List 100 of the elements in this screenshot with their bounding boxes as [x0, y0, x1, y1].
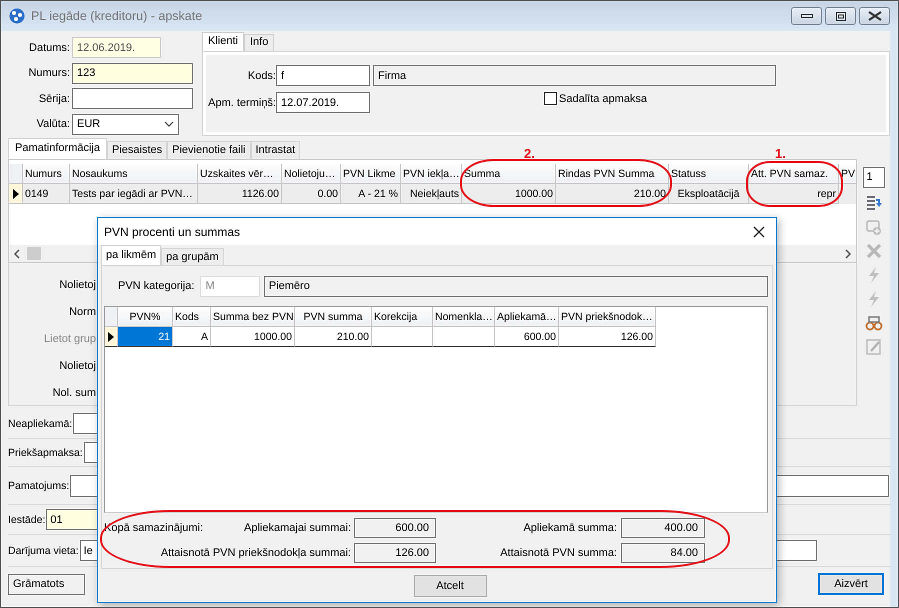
close-icon [753, 226, 765, 238]
maximize-icon [836, 12, 846, 20]
list-icon[interactable] [864, 194, 882, 212]
field-label: Attaisnotā PVN priekšnodokļa summai: [160, 546, 351, 558]
column-header[interactable]: PVN iekļa… [401, 164, 462, 184]
field-label: Lietot grup [44, 332, 96, 344]
column-header[interactable]: Nosaukums [70, 164, 198, 184]
tab[interactable]: pa likmēm [101, 245, 162, 265]
column-header[interactable]: PVN summa [295, 307, 372, 327]
cancel-button[interactable]: Atcelt [414, 574, 486, 596]
table-cell: 126.00 [559, 327, 656, 347]
table-cell: 1000.00 [211, 327, 295, 347]
annotation-number: 1. [775, 146, 786, 161]
field-label: Nol. sum [52, 386, 96, 398]
table-cell: 210.00 [295, 327, 372, 347]
table-cell: 1126.00 [198, 184, 282, 204]
input-field[interactable]: 12.06.2019. [72, 37, 161, 58]
row-selector[interactable] [105, 327, 118, 347]
tab[interactable]: Info [244, 34, 274, 51]
input-field[interactable]: 123 [72, 62, 193, 84]
column-header[interactable]: Summa [462, 164, 556, 184]
input-field[interactable] [72, 88, 193, 110]
name-field: Piemēro [264, 276, 768, 296]
table-cell: repr [749, 184, 839, 204]
field-label: Pamatojums: [8, 480, 70, 492]
field-label: Apliekamajai summai: [244, 522, 351, 534]
row-selector[interactable] [9, 184, 23, 204]
close-button[interactable]: Aizvērt [818, 573, 884, 595]
close-button[interactable] [859, 7, 890, 25]
tab[interactable]: Klienti [202, 32, 244, 51]
field-label: Iestāde: [8, 514, 46, 526]
column-header[interactable]: Uzskaites vēr… [198, 164, 282, 184]
field-label: Nolietoj [59, 360, 96, 372]
column-header[interactable]: Att. PVN samaz. [749, 164, 839, 184]
field-label: Numurs: [27, 67, 71, 80]
column-header[interactable]: Kods [173, 307, 211, 327]
column-header[interactable]: Numurs [23, 164, 70, 184]
input-field: M [200, 276, 260, 296]
currency-dropdown[interactable]: EUR [72, 114, 179, 135]
table-cell: 0149 [23, 184, 70, 204]
table-cell: Eksploatācijā [669, 184, 749, 204]
tab[interactable]: Pievienotie faili [167, 141, 250, 159]
value-field: 400.00 [621, 518, 705, 538]
value-field: 600.00 [354, 518, 436, 538]
column-header[interactable]: PVN% [118, 307, 173, 327]
scroll-right-icon[interactable] [844, 248, 852, 258]
value-field: 84.00 [621, 542, 705, 562]
field-label: Neapliekamā: [8, 418, 74, 430]
window-title: PL iegāde (kreditoru) - apskate [31, 9, 202, 23]
table-cell: 600.00 [495, 327, 559, 347]
grid-corner [105, 307, 118, 327]
column-header[interactable]: Nolietoju… [282, 164, 341, 184]
value-field: 126.00 [354, 542, 436, 562]
close-icon [868, 11, 882, 21]
field-label: PVN kategorija: [118, 280, 194, 292]
tab[interactable]: Pamatinformācija [8, 138, 107, 159]
field-label: Kods: [246, 70, 276, 82]
field-label: Attaisnotā PVN summa: [499, 546, 618, 558]
field-label: Datums: [28, 42, 71, 54]
column-header[interactable]: Rindas PVN Summa [556, 164, 669, 184]
field-label: Apm. termiņš: [207, 96, 276, 108]
split-payment-checkbox[interactable]: Sadalīta apmaksa [544, 92, 648, 105]
table-cell: 0.00 [282, 184, 341, 204]
column-header[interactable]: Apliekamā… [495, 307, 559, 327]
dialog-title: PVN procenti un summas [104, 224, 240, 238]
input-field[interactable]: 12.07.2019. [276, 92, 370, 113]
field-label: Nolietoj [59, 278, 96, 290]
name-field: Firma [373, 65, 776, 86]
column-header[interactable]: PVN Likme [341, 164, 401, 184]
field-label: Priekšapmaksa: [8, 446, 84, 458]
column-header[interactable]: Summa bez PVN [211, 307, 295, 327]
input-field[interactable]: f [276, 65, 370, 86]
status-field: Grāmatots [8, 574, 85, 594]
table-cell: Tests par iegādi ar PVN… [70, 184, 198, 204]
chevron-icon [164, 121, 174, 128]
column-header[interactable]: PV [839, 164, 857, 184]
column-header[interactable]: Nomenkla… [433, 307, 495, 327]
table-cell: 21 [118, 327, 173, 347]
table-cell: 210.00 [556, 184, 669, 204]
link-icon[interactable] [864, 314, 882, 332]
maximize-button[interactable] [825, 7, 856, 25]
field-label: Apliekamā summa: [522, 522, 618, 534]
minimize-icon [800, 13, 812, 19]
table-cell: Neiekļauts [401, 184, 462, 204]
column-header[interactable]: Korekcija [372, 307, 433, 327]
field-label: Darījuma vieta: [8, 544, 80, 556]
tab[interactable]: Intrastat [250, 141, 300, 159]
minimize-button[interactable] [791, 7, 822, 25]
scroll-left-icon[interactable] [13, 248, 21, 258]
column-header[interactable]: Statuss [669, 164, 749, 184]
column-header[interactable]: PVN priekšnodok… [559, 307, 656, 327]
annotation-number: 2. [524, 146, 535, 161]
tab[interactable]: pa grupām [161, 248, 224, 265]
table-cell: A [173, 327, 211, 347]
scrollbar-thumb[interactable] [27, 247, 41, 260]
table-cell: 1000.00 [462, 184, 556, 204]
page-field[interactable]: 1 [862, 167, 884, 188]
globe-icon [9, 8, 25, 24]
tab[interactable]: Piesaistes [106, 141, 168, 159]
table-cell: A - 21 % [341, 184, 401, 204]
